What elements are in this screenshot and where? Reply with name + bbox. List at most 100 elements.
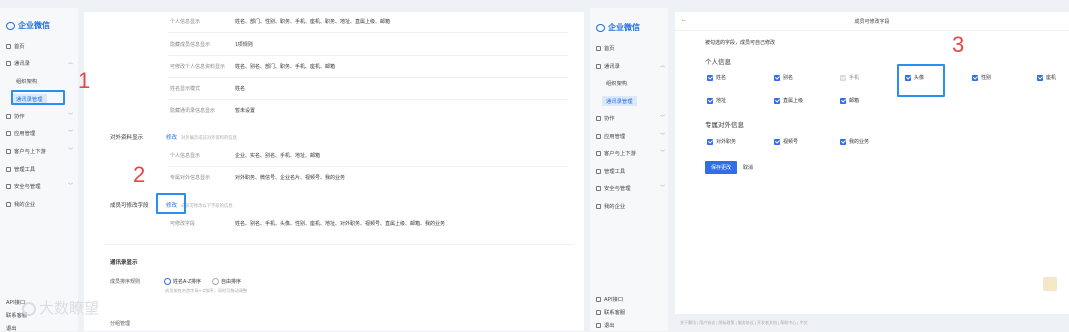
chevron-down-icon[interactable]: ﹀ [68, 182, 73, 189]
home-icon [6, 43, 11, 49]
field-video-checkbox[interactable]: 视频号 [774, 138, 798, 145]
apps-icon [6, 130, 11, 136]
right-brand[interactable]: 企业微信 [596, 22, 640, 33]
support-icon [596, 309, 601, 315]
chevron-down-icon[interactable]: ﹀ [660, 149, 665, 156]
watermark: 大数瞭望 [22, 297, 99, 318]
nav-org-structure[interactable]: 组织架构 [606, 79, 627, 87]
checkbox-checked-icon [774, 97, 780, 104]
nav-org-structure[interactable]: 组织架构 [16, 77, 37, 85]
checkbox-unchecked-icon [840, 74, 846, 81]
left-brand[interactable]: 企业微信 [6, 20, 50, 31]
nav-home[interactable]: 首页 [596, 44, 615, 52]
nav-label: 安全与管理 [14, 184, 41, 190]
nav-tools[interactable]: 管理工具 [596, 167, 625, 175]
field-phone-checkbox[interactable]: 手机 [840, 74, 859, 81]
checkbox-checked-icon [707, 74, 713, 81]
assistant-avatar-icon[interactable] [1043, 277, 1057, 291]
nav-my-company[interactable]: 我的企业 [596, 202, 625, 210]
nav-customers[interactable]: 客户与上下游 [596, 149, 636, 157]
chevron-down-icon[interactable]: ﹀ [660, 114, 665, 121]
nav-contacts[interactable]: 通讯录 [596, 62, 620, 70]
sort-section-title: 通讯录显示 [110, 260, 138, 266]
divider [168, 77, 568, 78]
divider [104, 244, 574, 245]
watermark-text: 大数瞭望 [39, 300, 100, 317]
row-value: 暂未设置 [235, 108, 256, 114]
nav-label: 退出 [604, 323, 615, 329]
save-button[interactable]: 保存更改 [705, 161, 738, 174]
cancel-button[interactable]: 取消 [739, 161, 757, 174]
row-label: 可修改个人信息资料显示 [170, 64, 226, 70]
nav-label: 组织架构 [16, 79, 38, 85]
logout-icon [596, 322, 601, 328]
radio-icon [212, 278, 219, 285]
nav-tools[interactable]: 管理工具 [6, 165, 35, 173]
divider [168, 55, 568, 56]
nav-label: 协作 [14, 114, 25, 120]
field-email-checkbox[interactable]: 邮箱 [840, 97, 859, 104]
row-value: 姓名 [235, 86, 246, 92]
chevron-down-icon[interactable]: ﹀ [68, 129, 73, 136]
nav-home[interactable]: 首页 [6, 42, 25, 50]
field-address-checkbox[interactable]: 地址 [707, 97, 726, 104]
checkbox-label: 姓名 [716, 75, 727, 81]
nav-collab[interactable]: 协作 [6, 112, 25, 120]
annotation-label-1: 1 [78, 68, 91, 93]
chevron-down-icon[interactable]: ﹀ [660, 184, 665, 191]
nav-label: 安全与管理 [604, 186, 631, 192]
contacts-icon [6, 60, 11, 66]
nav-label: 联系客服 [604, 310, 626, 316]
nav-label: 客户与上下游 [604, 151, 636, 157]
nav-security[interactable]: 安全与管理 [596, 184, 631, 192]
chevron-up-icon[interactable]: ︿ [660, 62, 665, 69]
field-landline-checkbox[interactable]: 座机 [1037, 74, 1056, 81]
nav-apps[interactable]: 应用管理 [6, 129, 35, 137]
field-alias-checkbox[interactable]: 别名 [774, 74, 793, 81]
chevron-up-icon[interactable]: ︿ [68, 59, 73, 66]
customers-icon [6, 148, 11, 154]
external-edit-link[interactable]: 修改 [166, 135, 177, 141]
divider [168, 99, 568, 100]
field-name-checkbox[interactable]: 姓名 [707, 74, 726, 81]
checkbox-label: 别名 [783, 75, 794, 81]
nav-security[interactable]: 安全与管理 [6, 182, 41, 190]
external-hint: 对外展示成员对外资料的信息 [181, 135, 237, 140]
nav-label: 通讯录 [14, 61, 30, 67]
nav-my-company[interactable]: 我的企业 [6, 200, 35, 208]
shield-icon [6, 183, 11, 189]
row-value: 1项规则 [235, 42, 253, 48]
chevron-down-icon[interactable]: ﹀ [68, 147, 73, 154]
nav-api[interactable]: API接口 [596, 295, 623, 303]
nav-support[interactable]: 联系客服 [596, 308, 625, 316]
contacts-icon [596, 63, 601, 69]
checkbox-checked-icon [972, 74, 978, 81]
checkbox-label: 对外职务 [716, 139, 737, 145]
field-external-title-checkbox[interactable]: 对外职务 [707, 138, 736, 145]
row-label: 可修改字段 [170, 221, 196, 227]
sort-option-alpha[interactable]: 姓名A-Z排序 [164, 278, 201, 285]
row-label: 个人信息显示 [170, 19, 201, 25]
nav-customers[interactable]: 客户与上下游 [6, 147, 46, 155]
nav-contacts[interactable]: 通讯录 [6, 59, 30, 67]
nav-logout[interactable]: 退出 [596, 321, 615, 329]
nav-collab[interactable]: 协作 [596, 114, 615, 122]
row-label: 专属对外信息显示 [170, 175, 211, 181]
nav-apps[interactable]: 应用管理 [596, 132, 625, 140]
nav-label: 组织架构 [606, 81, 628, 87]
nav-contacts-management[interactable]: 通讯录管理 [602, 96, 637, 106]
group-management-link[interactable]: 分组管理 [110, 320, 130, 327]
chevron-down-icon[interactable]: ﹀ [660, 132, 665, 139]
field-supervisor-checkbox[interactable]: 直属上级 [774, 97, 803, 104]
row-value: 姓名、别名、手机、头像、性别、座机、地址、对外职务、视频号、直属上级、邮箱、我的… [235, 221, 446, 227]
field-business-checkbox[interactable]: 我的业务 [840, 138, 869, 145]
chevron-down-icon[interactable]: ﹀ [68, 112, 73, 119]
sort-label: 成员排序规则 [110, 279, 141, 285]
collab-icon [596, 115, 601, 121]
nav-label: 管理工具 [14, 167, 36, 173]
field-gender-checkbox[interactable]: 性别 [972, 74, 991, 81]
row-label: 隐藏通讯录信息显示 [170, 108, 216, 114]
annotation-box-2 [156, 193, 186, 214]
sort-option-free[interactable]: 自由排序 [212, 278, 241, 285]
checkbox-checked-icon [840, 97, 846, 104]
